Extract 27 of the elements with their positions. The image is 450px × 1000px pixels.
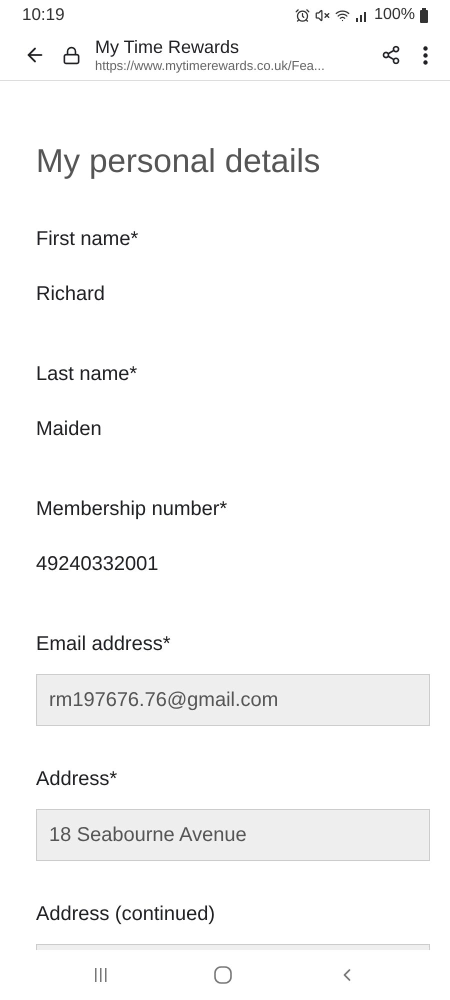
field-label: Membership number* (36, 497, 228, 522)
battery-icon (420, 8, 428, 22)
share-button[interactable] (381, 45, 401, 65)
field-value: Richard (36, 282, 106, 307)
field-label: First name* (36, 227, 140, 252)
more-options-button[interactable] (423, 46, 428, 64)
wifi-icon (335, 8, 350, 22)
page-url[interactable]: https://www.mytimerewards.co.uk/Fea... (95, 58, 367, 74)
section-heading: My personal details (36, 141, 322, 181)
page-title: My Time Rewards (95, 36, 240, 58)
field-value: Maiden (36, 417, 103, 442)
alarm-icon (295, 8, 310, 22)
mute-icon (315, 8, 330, 22)
text-field[interactable]: 18 Seabourne Avenue (36, 809, 430, 861)
field-label: Last name* (36, 362, 138, 387)
share-icon (381, 45, 401, 65)
lock-icon (62, 46, 81, 64)
field-value: 49240332001 (36, 552, 160, 577)
battery-level: 100% (374, 5, 415, 25)
field-label: Address* (36, 767, 118, 792)
field-label: Email address* (36, 632, 172, 657)
more-icon (423, 46, 428, 64)
text-field[interactable]: rm197676.76@gmail.com (36, 674, 430, 726)
home-icon[interactable] (214, 966, 232, 984)
recent-apps-icon[interactable] (92, 967, 109, 983)
field-label: Address (continued) (36, 902, 216, 927)
status-time: 10:19 (22, 4, 65, 26)
